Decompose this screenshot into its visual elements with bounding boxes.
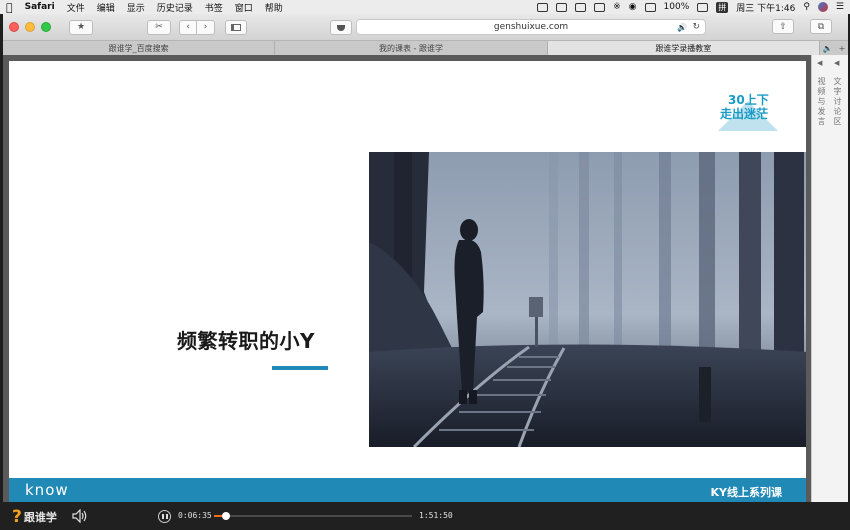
bluetooth-icon[interactable]: ※ (613, 2, 621, 12)
sidebar-icon (231, 23, 241, 31)
tab-bar-extras: 🔈 + (820, 41, 848, 55)
menu-bar:  Safari 文件 编辑 显示 历史记录 书签 窗口 帮助 ※ ◉ 100%… (0, 0, 850, 14)
slide-footer-bar: know KY线上系列课 (9, 478, 806, 502)
window-controls (9, 22, 51, 32)
address-text: genshuixue.com (493, 22, 569, 32)
pause-bar-right (165, 514, 168, 519)
menu-app-name[interactable]: Safari (25, 2, 55, 12)
footer-series-label: KY线上系列课 (710, 486, 783, 499)
apple-menu-icon[interactable]:  (6, 1, 13, 14)
title-accent-line (272, 366, 328, 370)
sidebar-toggle-button[interactable] (225, 19, 247, 35)
screen-record-icon[interactable] (537, 2, 549, 12)
audio-playing-icon[interactable]: 🔊 (677, 23, 687, 32)
favorites-button[interactable]: ★ (69, 19, 93, 35)
menu-help[interactable]: 帮助 (265, 1, 283, 14)
siri-icon[interactable] (817, 2, 828, 12)
battery-icon[interactable] (697, 2, 709, 12)
lecture-slide: 30上下 走出迷茫 频繁转职的小Y know KY线上系列课 (9, 61, 806, 502)
mute-tab-icon[interactable]: 🔈 (823, 44, 833, 53)
pocket-icon (337, 24, 345, 31)
address-bar[interactable]: genshuixue.com 🔊 ↻ (356, 19, 706, 35)
battery-percent: 100% (663, 2, 690, 12)
progress-knob[interactable] (221, 512, 230, 520)
back-button[interactable]: ‹ (179, 19, 197, 35)
safari-window: ★ ✂ ‹ › genshuixue.com 🔊 ↻ ⇧ ⧉ 跟谁学_百度搜索 … (3, 14, 848, 502)
stripes-icon[interactable] (556, 2, 568, 12)
menu-file[interactable]: 文件 (67, 1, 85, 14)
pause-bar-left (161, 514, 164, 519)
video-and-speech-tab[interactable]: 视频与发言 (816, 77, 827, 127)
menu-window[interactable]: 窗口 (235, 1, 253, 14)
reload-icon[interactable]: ↻ (692, 22, 700, 32)
menu-edit[interactable]: 编辑 (97, 1, 115, 14)
collapse-left-icon[interactable]: ◀ (817, 59, 822, 67)
menu-bookmarks[interactable]: 书签 (205, 1, 223, 14)
zoom-window-button[interactable] (41, 22, 51, 32)
tab-baidu-search[interactable]: 跟谁学_百度搜索 (3, 41, 276, 55)
display-icon[interactable] (594, 2, 606, 12)
video-player-bar: ? 跟谁学 0:06:35 1:51:50 (0, 502, 850, 530)
chevron-left-icon: ‹ (186, 22, 190, 32)
menu-view[interactable]: 显示 (127, 1, 145, 14)
forward-button[interactable]: › (197, 19, 215, 35)
share-icon: ⇧ (779, 21, 787, 32)
page-content: 30上下 走出迷茫 频繁转职的小Y know KY线上系列课 ◀ ◀ 视频与发言… (3, 55, 848, 502)
screenshot-tool-button[interactable]: ✂ (147, 19, 171, 35)
player-logo: ? 跟谁学 (12, 507, 57, 527)
badge-line-2: 走出迷茫 (720, 107, 769, 121)
tabs-icon: ⧉ (817, 21, 825, 32)
right-side-panel: ◀ ◀ 视频与发言 文字讨论区 (811, 55, 848, 502)
toolbar-right-group: ⇧ ⧉ (772, 19, 840, 34)
progress-track[interactable] (214, 512, 412, 520)
player-brand: 跟谁学 (23, 511, 57, 524)
menubar-clock[interactable]: 周三 下午1:46 (736, 1, 795, 14)
scissors-icon: ✂ (155, 22, 163, 32)
input-method-indicator[interactable]: 拼 (716, 1, 729, 13)
course-badge-logo: 30上下 走出迷茫 (716, 89, 780, 131)
foggy-forest-illustration (369, 152, 806, 447)
pause-button[interactable] (158, 510, 171, 523)
tab-overview-button[interactable]: ⧉ (810, 19, 832, 34)
text-discussion-tab[interactable]: 文字讨论区 (832, 77, 843, 127)
current-time: 0:06:35 (178, 511, 212, 520)
tab-my-schedule[interactable]: 我的课表 - 跟谁学 (275, 41, 548, 55)
airplay-icon[interactable] (644, 2, 656, 12)
spotlight-search-icon[interactable]: ⚲ (803, 2, 810, 12)
browser-toolbar: ★ ✂ ‹ › genshuixue.com 🔊 ↻ ⇧ ⧉ (3, 14, 848, 40)
close-window-button[interactable] (9, 22, 19, 32)
notification-center-icon[interactable]: ☰ (836, 2, 844, 12)
camera-icon[interactable] (575, 2, 587, 12)
tab-bar: 跟谁学_百度搜索 我的课表 - 跟谁学 跟谁学录播教室 🔈 + (3, 40, 848, 55)
volume-icon[interactable] (72, 509, 88, 523)
share-button[interactable]: ⇧ (772, 19, 794, 34)
tab-recorded-classroom[interactable]: 跟谁学录播教室 (547, 41, 820, 55)
pocket-button[interactable] (330, 20, 352, 35)
new-tab-icon[interactable]: + (839, 44, 846, 53)
collapse-right-icon[interactable]: ◀ (834, 59, 839, 67)
footer-brand: know (25, 481, 69, 499)
menu-history[interactable]: 历史记录 (157, 1, 193, 14)
star-icon: ★ (76, 22, 86, 32)
minimize-window-button[interactable] (25, 22, 35, 32)
navigation-buttons: ‹ › (179, 19, 215, 35)
question-mark-logo-icon: ? (12, 507, 22, 527)
slide-photo-foggy-forest (369, 152, 806, 447)
slide-title: 频繁转职的小Y (177, 329, 315, 353)
wifi-icon[interactable]: ◉ (629, 2, 637, 12)
total-time: 1:51:50 (419, 511, 453, 520)
chevron-right-icon: › (203, 22, 208, 32)
